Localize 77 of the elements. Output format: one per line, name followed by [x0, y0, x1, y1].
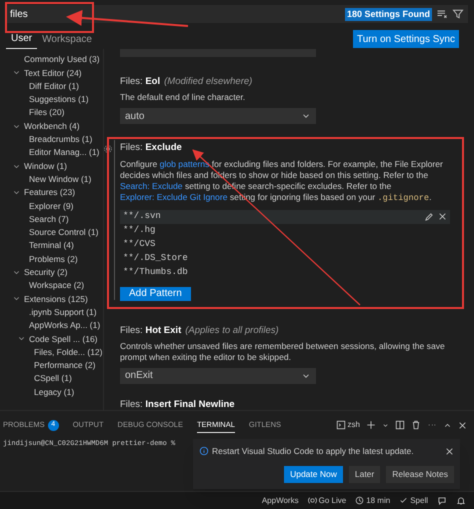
toc-item[interactable]: CSpell (1) — [0, 372, 103, 386]
toc-item[interactable]: Editor Manag... (1) — [0, 146, 103, 160]
broadcast-icon — [308, 496, 317, 505]
list-row[interactable]: **/.hg — [120, 224, 450, 238]
setting-title: Files: Insert Final Newline — [120, 398, 235, 410]
bell-icon — [456, 496, 466, 506]
trash-icon — [411, 420, 421, 430]
toc-item[interactable]: Legacy (1) — [0, 385, 103, 399]
toc-item[interactable]: Code Spell ... (16) — [0, 332, 103, 346]
toc-item[interactable]: Problems (2) — [0, 252, 103, 266]
link[interactable]: glob patterns — [160, 158, 210, 168]
toc-item[interactable]: Terminal (4) — [0, 239, 103, 252]
toc-item[interactable]: Files, Folde... (12) — [0, 346, 103, 359]
toc-item[interactable]: Files (20) — [0, 106, 103, 120]
clear-filter-icon — [436, 8, 448, 20]
shell-selector[interactable]: zsh — [336, 419, 360, 431]
toc-item[interactable]: Search (7) — [0, 212, 103, 226]
status-item[interactable]: 18 min — [355, 494, 390, 506]
info-icon — [199, 446, 209, 456]
toc-item[interactable]: .ipynb Support (1) — [0, 306, 103, 319]
toc-item[interactable]: Breadcrumbs (1) — [0, 132, 103, 146]
toc-item[interactable]: New Window (1) — [0, 172, 103, 186]
scope-tab[interactable]: Workspace — [37, 29, 97, 49]
toc-item[interactable]: Explorer (9) — [0, 199, 103, 213]
link[interactable]: Search: Exclude — [120, 180, 183, 190]
check-icon — [399, 496, 408, 505]
toc-item[interactable]: Text Editor (24) — [0, 66, 103, 80]
toc-item[interactable]: Features (23) — [0, 186, 103, 200]
list-row[interactable]: **/.DS_Store — [120, 252, 450, 266]
edit-icon — [424, 212, 434, 222]
feedback-icon — [437, 496, 447, 506]
setting-title: Files: Exclude — [120, 141, 182, 156]
setting-description: Controls whether unsaved files are remembered between sessions, allowing the save prompt when exiting the editor to be skipped. — [120, 340, 446, 363]
dropdown[interactable]: auto — [120, 108, 316, 124]
toc-item[interactable]: Workspace (2) — [0, 279, 103, 292]
history-icon — [355, 496, 364, 505]
toc-item[interactable]: Diff Editor (1) — [0, 80, 103, 93]
setting-description: The default end of line character. — [120, 92, 246, 104]
search-field[interactable]: files 180 Settings Found — [6, 5, 468, 23]
add-pattern-button[interactable]: Add Pattern — [120, 286, 191, 300]
status-item[interactable]: Spell — [399, 494, 428, 506]
toc-item[interactable]: Source Control (1) — [0, 226, 103, 240]
plus-icon — [366, 420, 376, 430]
toc-item[interactable]: Security (2) — [0, 266, 103, 280]
result-count-badge: 180 Settings Found — [344, 8, 432, 20]
status-item[interactable]: AppWorks — [262, 494, 299, 506]
list-row[interactable]: **/CVS — [120, 238, 450, 252]
link[interactable]: Explorer: Exclude Git Ignore — [120, 192, 228, 202]
dropdown[interactable]: onExit — [120, 368, 316, 384]
toc-item[interactable]: Commonly Used (3) — [0, 53, 103, 66]
gear-icon — [104, 144, 113, 154]
close-icon — [458, 420, 467, 430]
toc-item[interactable]: Workbench (4) — [0, 119, 103, 133]
sync-button[interactable]: Turn on Settings Sync — [352, 30, 459, 48]
notification-message: Restart Visual Studio Code to apply the latest update. — [212, 445, 415, 458]
split-icon — [395, 420, 405, 430]
toc-item[interactable]: Suggestions (1) — [0, 92, 103, 106]
close-icon — [438, 212, 447, 221]
close-icon — [445, 446, 454, 456]
terminal-icon — [336, 420, 346, 430]
setting-note: (Applies to all profiles) — [185, 324, 279, 338]
notification-button[interactable]: Release Notes — [386, 466, 454, 483]
notification-button[interactable]: Update Now — [284, 466, 343, 483]
notification-button[interactable]: Later — [348, 466, 380, 483]
toc-item[interactable]: Extensions (125) — [0, 292, 103, 306]
list-row[interactable]: **/.svn — [120, 210, 450, 224]
filter-icon — [452, 8, 464, 20]
setting-note: (Modified elsewhere) — [164, 75, 252, 89]
chevron-icon — [382, 422, 389, 428]
toc-item[interactable]: Window (1) — [0, 159, 103, 173]
list-row[interactable]: **/Thumbs.db — [120, 266, 450, 280]
scope-tab[interactable]: User — [6, 29, 38, 49]
setting-title: Files: Hot Exit — [120, 324, 182, 338]
toc-item[interactable]: AppWorks Ap... (1) — [0, 318, 103, 332]
toc-item[interactable]: Performance (2) — [0, 358, 103, 372]
status-item[interactable]: Go Live — [308, 494, 346, 506]
setting-title: Files: Eol — [120, 75, 160, 89]
